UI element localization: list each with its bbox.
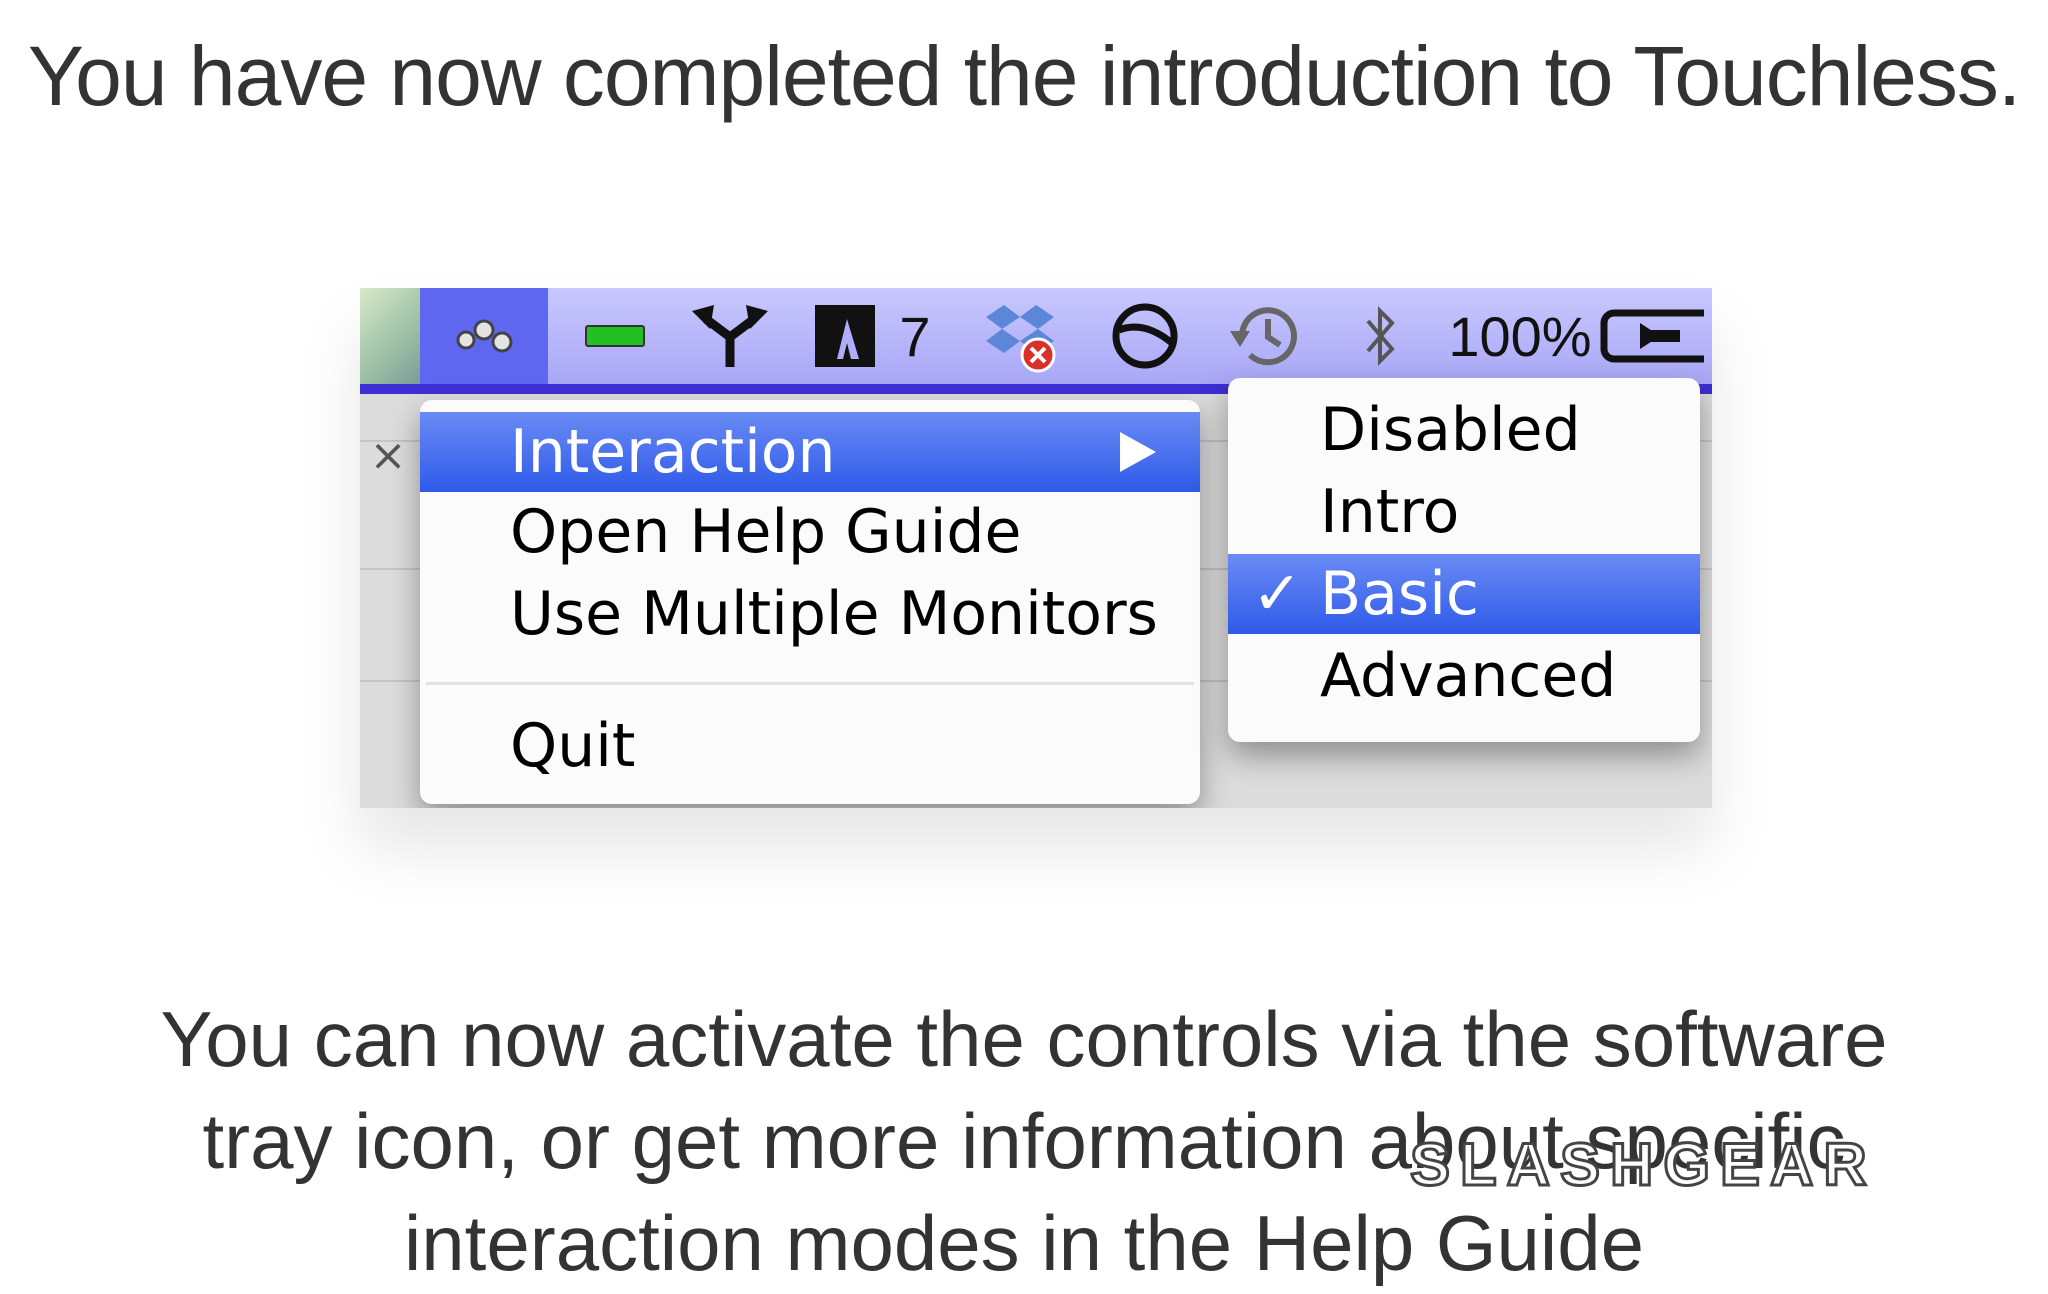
green-status-icon[interactable] (570, 288, 660, 384)
menu-bar-background-edge (360, 288, 420, 384)
menu-item-label: Intro (1320, 477, 1460, 547)
dropbox-error-icon[interactable] (975, 288, 1065, 384)
submenu-item-basic[interactable]: ✓ Basic (1228, 554, 1700, 634)
fork-arrows-icon[interactable] (685, 288, 775, 384)
menu-item-label: Quit (510, 711, 636, 781)
interaction-submenu: Disabled Intro ✓ Basic Advanced (1228, 378, 1700, 742)
instruction-line: You can now activate the controls via th… (160, 995, 1888, 1083)
submenu-item-disabled[interactable]: Disabled (1228, 390, 1700, 470)
headline: You have now completed the introduction … (27, 29, 2021, 123)
menu-item-open-help-guide[interactable]: Open Help Guide (420, 492, 1200, 572)
menu-separator (426, 682, 1194, 685)
menu-item-label: Basic (1320, 559, 1479, 629)
instruction-line: interaction modes in the Help Guide (403, 1199, 1645, 1287)
menu-item-label: Disabled (1320, 395, 1581, 465)
menu-item-label: Advanced (1320, 641, 1617, 711)
circle-slash-icon[interactable] (1100, 288, 1190, 384)
menu-item-use-multiple-monitors[interactable]: Use Multiple Monitors (420, 574, 1200, 654)
bluetooth-icon[interactable] (1345, 288, 1415, 384)
submenu-item-advanced[interactable]: Advanced (1228, 636, 1700, 716)
slashgear-watermark: SLASHGEAR (1409, 1130, 1877, 1200)
submenu-item-intro[interactable]: Intro (1228, 472, 1700, 552)
time-machine-icon[interactable] (1220, 288, 1310, 384)
menu-item-label: Use Multiple Monitors (510, 579, 1158, 649)
touchless-menu: Interaction Open Help Guide Use Multiple… (420, 400, 1200, 804)
menu-item-label: Open Help Guide (510, 497, 1022, 567)
close-icon[interactable]: × (366, 434, 410, 478)
submenu-arrow-icon (1120, 432, 1156, 472)
menu-item-interaction[interactable]: Interaction (420, 412, 1200, 492)
battery-icon[interactable] (1600, 288, 1712, 384)
menu-screenshot: × 7 100% Interaction Open Help Guide Use… (360, 288, 1712, 808)
adobe-update-count: 7 (899, 304, 931, 368)
menu-item-label: Interaction (510, 417, 836, 487)
adobe-icon[interactable] (810, 288, 880, 384)
touchless-tray-icon[interactable] (420, 288, 548, 384)
battery-percent: 100% (1448, 304, 1592, 368)
checkmark-icon: ✓ (1252, 559, 1303, 629)
menu-item-quit[interactable]: Quit (420, 706, 1200, 786)
